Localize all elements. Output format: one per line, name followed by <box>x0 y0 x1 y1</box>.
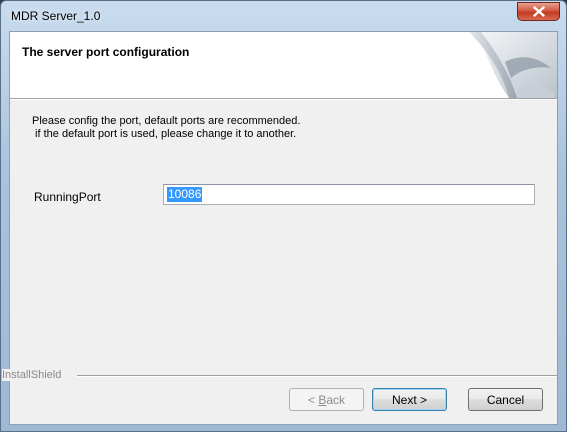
window-title: MDR Server_1.0 <box>11 9 101 23</box>
dialog-client-area: The server port configuration Please con… <box>2 31 558 425</box>
running-port-value[interactable]: 10086 <box>167 187 203 202</box>
close-icon <box>532 6 545 17</box>
description-text: Please config the port, default ports ar… <box>32 115 300 141</box>
footer-divider <box>77 375 557 377</box>
cancel-button[interactable]: Cancel <box>468 388 543 411</box>
next-button[interactable]: Next > <box>372 388 447 411</box>
page-title: The server port configuration <box>22 45 190 59</box>
description-line-2: if the default port is used, please chan… <box>32 128 297 140</box>
page-curl-graphic <box>469 32 557 98</box>
title-bar[interactable]: MDR Server_1.0 <box>1 1 566 31</box>
installer-window: MDR Server_1.0 The server port configura… <box>0 0 567 432</box>
running-port-label: RunningPort <box>34 190 101 204</box>
back-button-mnemonic: B <box>318 392 327 407</box>
installshield-brand: InstallShield <box>2 369 65 381</box>
close-button[interactable] <box>517 2 560 21</box>
header-divider <box>10 98 557 100</box>
back-button[interactable]: < Back <box>289 388 364 411</box>
description-line-1: Please config the port, default ports ar… <box>32 115 301 127</box>
back-button-rest: ack <box>326 392 346 407</box>
dialog-header: The server port configuration <box>10 32 557 98</box>
running-port-input[interactable] <box>163 184 535 205</box>
back-button-prefix: < <box>307 392 319 407</box>
